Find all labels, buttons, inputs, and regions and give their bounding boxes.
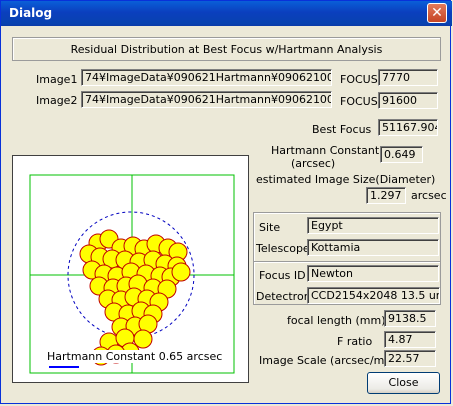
- header-title: Residual Distribution at Best Focus w/Ha…: [70, 43, 383, 56]
- window-title: Dialog: [9, 6, 53, 20]
- image2-label: Image2: [36, 94, 78, 107]
- plot-caption: Hartmann Constant 0.65 arcsec: [47, 350, 223, 363]
- f-ratio-field[interactable]: 4.87: [384, 331, 436, 348]
- residual-dot: [171, 262, 191, 282]
- title-bar[interactable]: Dialog ✕: [1, 1, 452, 26]
- hartmann-label-line1: Hartmann Constant: [271, 144, 380, 157]
- image-size-field[interactable]: 1.297: [366, 187, 406, 204]
- image2-focus-field[interactable]: 91600: [378, 92, 438, 109]
- focus-id-field[interactable]: Newton: [307, 265, 439, 282]
- best-focus-label: Best Focus: [312, 123, 372, 136]
- close-icon[interactable]: ✕: [427, 3, 447, 23]
- focal-length-label: focal length (mm): [287, 314, 386, 327]
- hartmann-label-line2: (arcsec): [291, 157, 336, 170]
- site-label: Site: [259, 221, 281, 234]
- detector-field[interactable]: CCD2154x2048 13.5 um/pi: [307, 287, 440, 304]
- residual-dots: [79, 229, 191, 366]
- image-size-label: estimated Image Size(Diameter): [256, 173, 436, 186]
- image1-path-field[interactable]: 74¥ImageData¥090621Hartmann¥0906210047.f…: [81, 69, 332, 86]
- residual-plot: [29, 174, 235, 374]
- header-box: Residual Distribution at Best Focus w/Ha…: [12, 37, 441, 61]
- image1-focus-label: FOCUS: [340, 73, 378, 86]
- focus-id-label: Focus ID: [259, 269, 306, 282]
- f-ratio-label: F ratio: [337, 335, 373, 348]
- image2-path-field[interactable]: 74¥ImageData¥090621Hartmann¥0906210051.f…: [81, 91, 332, 108]
- image-scale-label: Image Scale (arcsec/mm): [259, 354, 400, 367]
- image-size-unit: arcsec: [411, 189, 447, 202]
- image1-label: Image1: [36, 73, 78, 86]
- image1-focus-field[interactable]: 7770: [378, 69, 438, 86]
- image2-focus-label: FOCUS: [340, 95, 378, 108]
- focal-length-field[interactable]: 9138.5: [384, 310, 436, 327]
- close-button[interactable]: Close: [367, 372, 440, 394]
- dialog-window: Dialog ✕ Residual Distribution at Best F…: [0, 0, 452, 404]
- hartmann-field[interactable]: 0.649: [380, 146, 423, 163]
- telescope-label: Telescope: [256, 242, 310, 255]
- site-field[interactable]: Egypt: [307, 217, 439, 234]
- best-focus-field[interactable]: 51167.904: [378, 119, 438, 136]
- telescope-field[interactable]: Kottamia: [307, 239, 439, 256]
- residual-plot-panel: Hartmann Constant 0.65 arcsec: [12, 155, 249, 383]
- image-scale-field[interactable]: 22.57: [384, 350, 436, 367]
- detector-label: Detectror: [256, 290, 309, 303]
